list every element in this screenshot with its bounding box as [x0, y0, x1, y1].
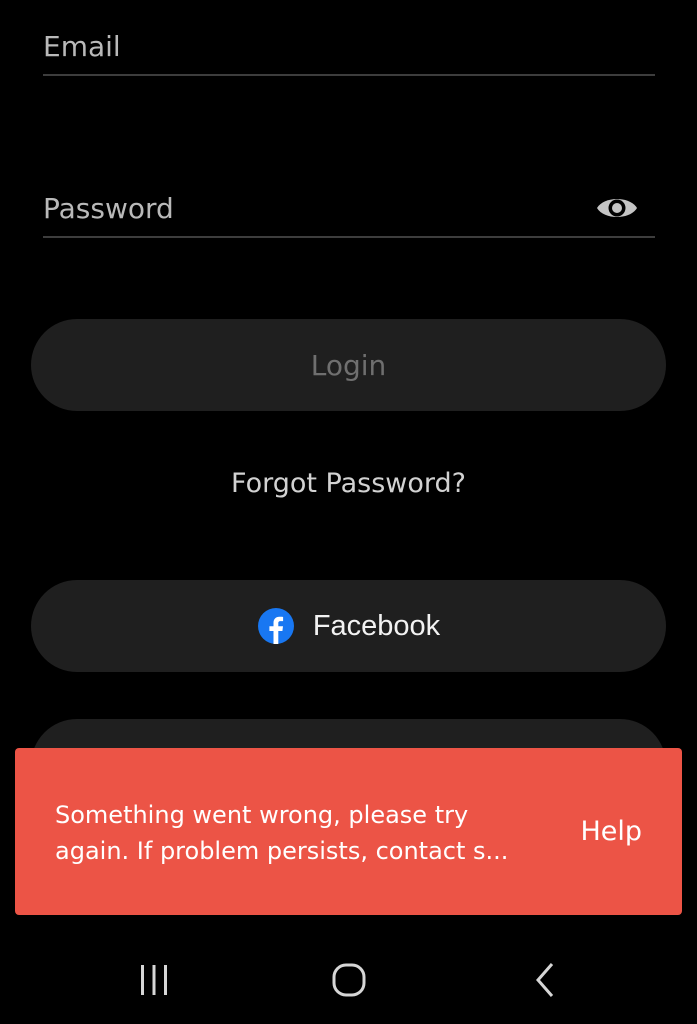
facebook-login-button[interactable]: Facebook: [31, 580, 666, 672]
login-screen: Login Forgot Password? Facebook Somethin…: [0, 0, 697, 1024]
help-button[interactable]: Help: [580, 812, 642, 852]
facebook-logo-icon: [257, 608, 294, 644]
system-navigation-bar: [0, 935, 697, 1024]
forgot-password-link[interactable]: Forgot Password?: [0, 462, 697, 506]
home-icon[interactable]: [319, 955, 379, 1005]
login-button[interactable]: Login: [31, 319, 666, 411]
snackbar-message: Something went wrong, please try again. …: [55, 797, 535, 869]
back-icon[interactable]: [515, 955, 575, 1005]
password-input[interactable]: [43, 186, 583, 230]
email-field-container: [43, 0, 655, 76]
login-button-label: Login: [310, 348, 387, 382]
snackbar-message-line-2: again. If problem persists, contact s...: [55, 837, 509, 865]
password-field-container: [43, 160, 655, 238]
eye-icon[interactable]: [595, 192, 639, 224]
error-snackbar: Something went wrong, please try again. …: [15, 748, 682, 915]
email-input[interactable]: [43, 24, 583, 68]
recents-icon[interactable]: [124, 955, 184, 1005]
facebook-button-label: Facebook: [312, 609, 441, 642]
snackbar-message-line-1: Something went wrong, please try: [55, 801, 469, 829]
